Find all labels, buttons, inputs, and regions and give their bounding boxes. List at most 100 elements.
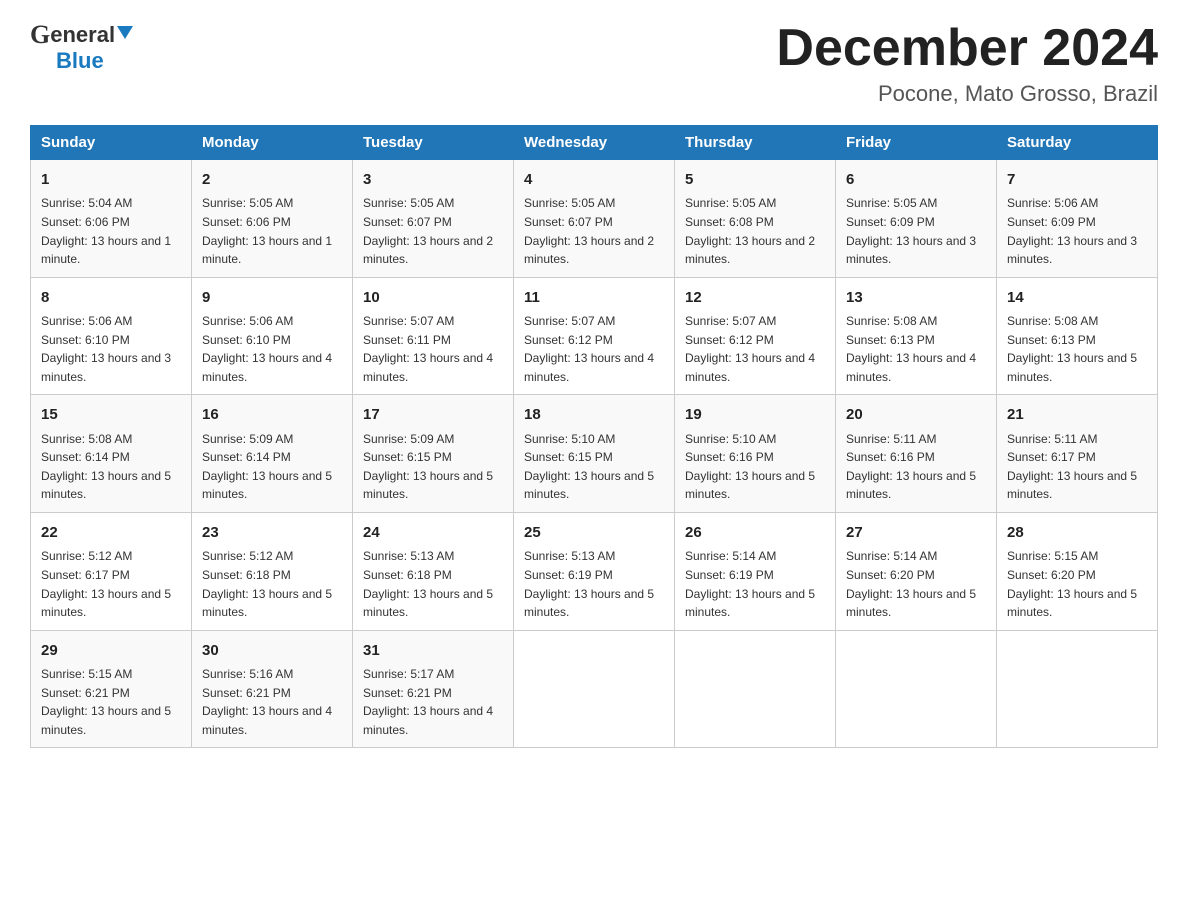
calendar-cell: 4 Sunrise: 5:05 AMSunset: 6:07 PMDaylight… bbox=[514, 160, 675, 278]
calendar-cell bbox=[836, 630, 997, 748]
day-number: 11 bbox=[524, 286, 664, 309]
day-info: Sunrise: 5:11 AMSunset: 6:16 PMDaylight:… bbox=[846, 430, 986, 504]
day-number: 5 bbox=[685, 168, 825, 191]
page-header: G eneral Blue December 2024 Pocone, Mato… bbox=[30, 20, 1158, 107]
calendar-cell: 16 Sunrise: 5:09 AMSunset: 6:14 PMDayligh… bbox=[192, 395, 353, 513]
day-number: 15 bbox=[41, 403, 181, 426]
calendar-week-row: 8 Sunrise: 5:06 AMSunset: 6:10 PMDaylight… bbox=[31, 277, 1158, 395]
calendar-cell bbox=[675, 630, 836, 748]
calendar-cell: 1 Sunrise: 5:04 AMSunset: 6:06 PMDaylight… bbox=[31, 160, 192, 278]
day-info: Sunrise: 5:07 AMSunset: 6:11 PMDaylight:… bbox=[363, 312, 503, 386]
day-number: 14 bbox=[1007, 286, 1147, 309]
day-info: Sunrise: 5:06 AMSunset: 6:10 PMDaylight:… bbox=[41, 312, 181, 386]
day-number: 7 bbox=[1007, 168, 1147, 191]
day-number: 2 bbox=[202, 168, 342, 191]
day-number: 19 bbox=[685, 403, 825, 426]
calendar-cell: 21 Sunrise: 5:11 AMSunset: 6:17 PMDayligh… bbox=[997, 395, 1158, 513]
logo-triangle-icon bbox=[117, 26, 133, 39]
header-day-monday: Monday bbox=[192, 126, 353, 160]
day-info: Sunrise: 5:15 AMSunset: 6:21 PMDaylight:… bbox=[41, 665, 181, 739]
day-info: Sunrise: 5:10 AMSunset: 6:15 PMDaylight:… bbox=[524, 430, 664, 504]
day-number: 17 bbox=[363, 403, 503, 426]
day-info: Sunrise: 5:07 AMSunset: 6:12 PMDaylight:… bbox=[685, 312, 825, 386]
day-number: 16 bbox=[202, 403, 342, 426]
day-info: Sunrise: 5:16 AMSunset: 6:21 PMDaylight:… bbox=[202, 665, 342, 739]
calendar-cell: 2Sunrise: 5:05 AMSunset: 6:06 PMDaylight… bbox=[192, 160, 353, 278]
day-info: Sunrise: 5:17 AMSunset: 6:21 PMDaylight:… bbox=[363, 665, 503, 739]
calendar-cell: 3 Sunrise: 5:05 AMSunset: 6:07 PMDaylight… bbox=[353, 160, 514, 278]
logo-g: G bbox=[30, 20, 50, 50]
location-title: Pocone, Mato Grosso, Brazil bbox=[776, 81, 1158, 107]
calendar-cell: 30 Sunrise: 5:16 AMSunset: 6:21 PMDayligh… bbox=[192, 630, 353, 748]
calendar-cell: 9Sunrise: 5:06 AMSunset: 6:10 PMDaylight… bbox=[192, 277, 353, 395]
day-number: 18 bbox=[524, 403, 664, 426]
header-day-friday: Friday bbox=[836, 126, 997, 160]
header-day-sunday: Sunday bbox=[31, 126, 192, 160]
calendar-week-row: 22 Sunrise: 5:12 AMSunset: 6:17 PMDayligh… bbox=[31, 513, 1158, 631]
calendar-week-row: 15 Sunrise: 5:08 AMSunset: 6:14 PMDayligh… bbox=[31, 395, 1158, 513]
day-info: Sunrise: 5:04 AMSunset: 6:06 PMDaylight:… bbox=[41, 194, 181, 268]
day-number: 10 bbox=[363, 286, 503, 309]
day-info: Sunrise: 5:11 AMSunset: 6:17 PMDaylight:… bbox=[1007, 430, 1147, 504]
header-day-wednesday: Wednesday bbox=[514, 126, 675, 160]
calendar-cell: 19Sunrise: 5:10 AMSunset: 6:16 PMDayligh… bbox=[675, 395, 836, 513]
day-number: 1 bbox=[41, 168, 181, 191]
day-number: 8 bbox=[41, 286, 181, 309]
calendar-cell: 26Sunrise: 5:14 AMSunset: 6:19 PMDayligh… bbox=[675, 513, 836, 631]
calendar-cell: 17 Sunrise: 5:09 AMSunset: 6:15 PMDayligh… bbox=[353, 395, 514, 513]
calendar-cell: 10 Sunrise: 5:07 AMSunset: 6:11 PMDayligh… bbox=[353, 277, 514, 395]
calendar-cell: 14 Sunrise: 5:08 AMSunset: 6:13 PMDayligh… bbox=[997, 277, 1158, 395]
day-number: 3 bbox=[363, 168, 503, 191]
day-info: Sunrise: 5:12 AMSunset: 6:17 PMDaylight:… bbox=[41, 547, 181, 621]
calendar-cell: 24Sunrise: 5:13 AMSunset: 6:18 PMDayligh… bbox=[353, 513, 514, 631]
calendar-cell: 8 Sunrise: 5:06 AMSunset: 6:10 PMDaylight… bbox=[31, 277, 192, 395]
logo: G eneral Blue bbox=[30, 20, 133, 74]
calendar-cell: 20 Sunrise: 5:11 AMSunset: 6:16 PMDayligh… bbox=[836, 395, 997, 513]
calendar-cell: 23Sunrise: 5:12 AMSunset: 6:18 PMDayligh… bbox=[192, 513, 353, 631]
day-number: 24 bbox=[363, 521, 503, 544]
day-info: Sunrise: 5:08 AMSunset: 6:13 PMDaylight:… bbox=[846, 312, 986, 386]
day-number: 30 bbox=[202, 639, 342, 662]
day-number: 26 bbox=[685, 521, 825, 544]
calendar-cell: 15 Sunrise: 5:08 AMSunset: 6:14 PMDayligh… bbox=[31, 395, 192, 513]
calendar-cell: 18 Sunrise: 5:10 AMSunset: 6:15 PMDayligh… bbox=[514, 395, 675, 513]
calendar-cell: 27Sunrise: 5:14 AMSunset: 6:20 PMDayligh… bbox=[836, 513, 997, 631]
calendar-cell: 11Sunrise: 5:07 AMSunset: 6:12 PMDayligh… bbox=[514, 277, 675, 395]
day-info: Sunrise: 5:08 AMSunset: 6:13 PMDaylight:… bbox=[1007, 312, 1147, 386]
day-info: Sunrise: 5:12 AMSunset: 6:18 PMDaylight:… bbox=[202, 547, 342, 621]
calendar-cell: 28Sunrise: 5:15 AMSunset: 6:20 PMDayligh… bbox=[997, 513, 1158, 631]
logo-eneral: eneral bbox=[50, 22, 115, 48]
calendar-cell: 6 Sunrise: 5:05 AMSunset: 6:09 PMDaylight… bbox=[836, 160, 997, 278]
day-info: Sunrise: 5:06 AMSunset: 6:09 PMDaylight:… bbox=[1007, 194, 1147, 268]
day-number: 4 bbox=[524, 168, 664, 191]
day-info: Sunrise: 5:14 AMSunset: 6:20 PMDaylight:… bbox=[846, 547, 986, 621]
day-info: Sunrise: 5:05 AMSunset: 6:09 PMDaylight:… bbox=[846, 194, 986, 268]
day-info: Sunrise: 5:08 AMSunset: 6:14 PMDaylight:… bbox=[41, 430, 181, 504]
logo-blue-text: Blue bbox=[56, 48, 104, 74]
day-number: 22 bbox=[41, 521, 181, 544]
month-title: December 2024 bbox=[776, 20, 1158, 77]
calendar-cell: 22 Sunrise: 5:12 AMSunset: 6:17 PMDayligh… bbox=[31, 513, 192, 631]
day-number: 29 bbox=[41, 639, 181, 662]
header-day-saturday: Saturday bbox=[997, 126, 1158, 160]
day-info: Sunrise: 5:05 AMSunset: 6:08 PMDaylight:… bbox=[685, 194, 825, 268]
calendar-week-row: 29 Sunrise: 5:15 AMSunset: 6:21 PMDayligh… bbox=[31, 630, 1158, 748]
day-number: 12 bbox=[685, 286, 825, 309]
day-info: Sunrise: 5:05 AMSunset: 6:07 PMDaylight:… bbox=[524, 194, 664, 268]
day-number: 31 bbox=[363, 639, 503, 662]
day-number: 20 bbox=[846, 403, 986, 426]
calendar-cell: 12 Sunrise: 5:07 AMSunset: 6:12 PMDayligh… bbox=[675, 277, 836, 395]
calendar-cell: 31 Sunrise: 5:17 AMSunset: 6:21 PMDayligh… bbox=[353, 630, 514, 748]
calendar-cell: 5 Sunrise: 5:05 AMSunset: 6:08 PMDaylight… bbox=[675, 160, 836, 278]
day-number: 21 bbox=[1007, 403, 1147, 426]
day-info: Sunrise: 5:09 AMSunset: 6:14 PMDaylight:… bbox=[202, 430, 342, 504]
calendar-table: SundayMondayTuesdayWednesdayThursdayFrid… bbox=[30, 125, 1158, 748]
day-number: 6 bbox=[846, 168, 986, 191]
header-day-tuesday: Tuesday bbox=[353, 126, 514, 160]
calendar-cell: 7 Sunrise: 5:06 AMSunset: 6:09 PMDaylight… bbox=[997, 160, 1158, 278]
day-info: Sunrise: 5:09 AMSunset: 6:15 PMDaylight:… bbox=[363, 430, 503, 504]
day-number: 25 bbox=[524, 521, 664, 544]
day-info: Sunrise: 5:05 AMSunset: 6:07 PMDaylight:… bbox=[363, 194, 503, 268]
title-area: December 2024 Pocone, Mato Grosso, Brazi… bbox=[776, 20, 1158, 107]
calendar-cell: 13Sunrise: 5:08 AMSunset: 6:13 PMDayligh… bbox=[836, 277, 997, 395]
